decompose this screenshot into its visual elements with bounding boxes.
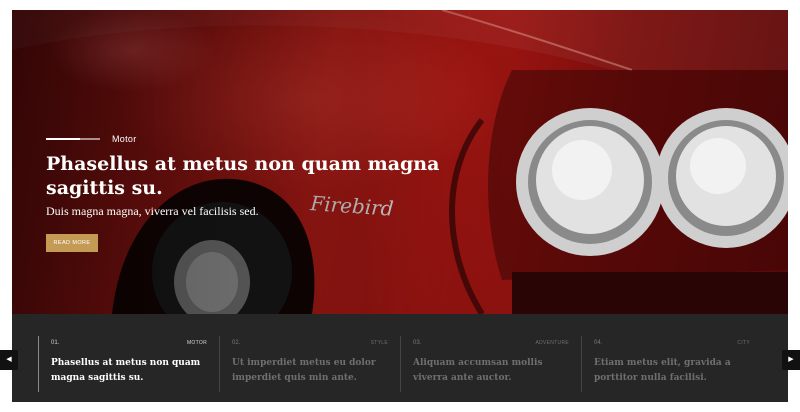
category-line: [46, 138, 100, 140]
slide-tabs: 01. MOTOR Phasellus at metus non quam ma…: [38, 336, 762, 392]
category-label[interactable]: Motor: [112, 134, 137, 144]
hero-title[interactable]: Phasellus at metus non quam magna sagitt…: [46, 152, 486, 200]
prev-arrow-icon[interactable]: ◀: [0, 350, 18, 370]
slide-tab-1[interactable]: 01. MOTOR Phasellus at metus non quam ma…: [38, 336, 219, 392]
hero-subtitle: Duis magna magna, viverra vel facilisis …: [46, 204, 259, 218]
read-more-button[interactable]: READ MORE: [46, 234, 98, 252]
slider-navigation: ◀ 01. MOTOR Phasellus at metus non quam …: [0, 314, 800, 402]
slide-title: Aliquam accumsan mollis viverra ante auc…: [413, 358, 543, 383]
slide-number: 02.: [232, 340, 241, 346]
slide-tab-2[interactable]: 02. STYLE Ut imperdiet metus eu dolor im…: [219, 336, 400, 392]
slide-category: MOTOR: [186, 340, 207, 346]
slide-title: Ut imperdiet metus eu dolor imperdiet qu…: [232, 358, 376, 383]
slide-title: Phasellus at metus non quam magna sagitt…: [51, 358, 201, 383]
slide-category: ADVENTURE: [535, 340, 569, 346]
slide-title: Etiam metus elit, gravida a porttitor nu…: [594, 358, 731, 383]
slide-number: 03.: [413, 340, 422, 346]
slide-category: STYLE: [370, 340, 388, 346]
slide-category: CITY: [737, 340, 750, 346]
slide-number: 04.: [594, 340, 603, 346]
slide-number: 01.: [51, 340, 60, 346]
hero-category: Motor: [46, 134, 137, 144]
slide-tab-3[interactable]: 03. ADVENTURE Aliquam accumsan mollis vi…: [400, 336, 581, 392]
hero-slider: Firebird Motor Phasellus at metus non qu…: [12, 10, 788, 314]
slide-tab-4[interactable]: 04. CITY Etiam metus elit, gravida a por…: [581, 336, 762, 392]
next-arrow-icon[interactable]: ▶: [782, 350, 800, 370]
